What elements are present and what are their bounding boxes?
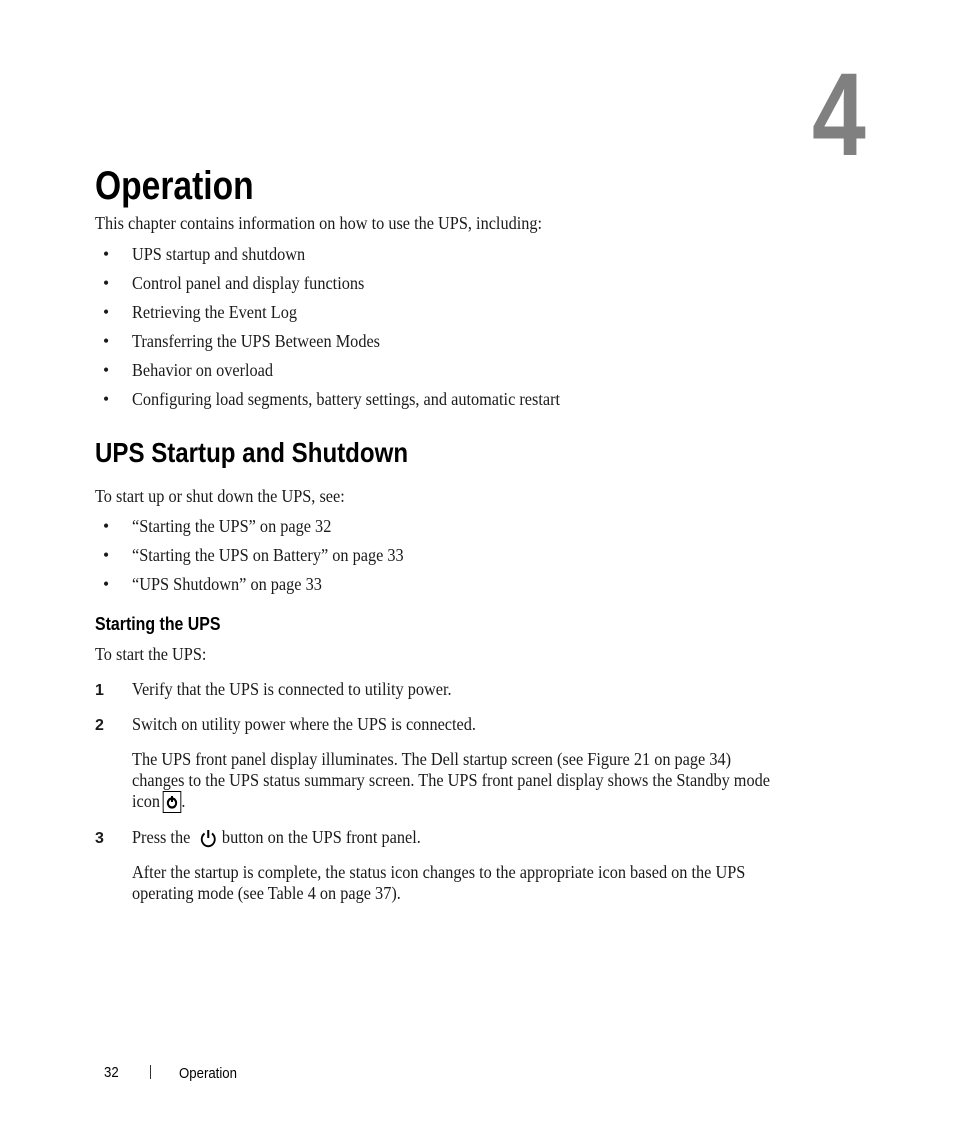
bullet-icon: • (103, 331, 110, 351)
section-title: UPS Startup and Shutdown (95, 437, 409, 468)
power-button-icon (199, 828, 218, 853)
bullet-icon: • (103, 545, 110, 565)
step-note-line: The UPS front panel display illuminates.… (132, 749, 732, 769)
step-text: Verify that the UPS is connected to util… (132, 679, 452, 699)
step-text: Press the button on the UPS front panel. (132, 827, 421, 853)
bullet-icon: • (103, 516, 110, 536)
subsection-intro: To start the UPS: (95, 644, 207, 664)
chapter-title: Operation (95, 164, 254, 208)
bullet-icon: • (103, 244, 110, 264)
step-note-line: After the startup is complete, the statu… (132, 862, 746, 882)
standby-mode-icon (162, 791, 182, 813)
chapter-intro: This chapter contains information on how… (95, 213, 543, 233)
bullet-icon: • (103, 273, 110, 293)
footer-chapter-title: Operation (179, 1065, 237, 1082)
subsection-title: Starting the UPS (95, 613, 221, 634)
step-text: Switch on utility power where the UPS is… (132, 714, 476, 734)
footer-divider (150, 1065, 151, 1079)
bullet-icon: • (103, 389, 110, 409)
step-note-line: icon. (132, 791, 186, 813)
step-number: 2 (95, 717, 104, 734)
step-number: 1 (95, 682, 104, 699)
bullet-icon: • (103, 574, 110, 594)
step-number: 3 (95, 830, 104, 847)
step-note-line: operating mode (see Table 4 on page 37). (132, 883, 401, 903)
bullet-icon: • (103, 302, 110, 322)
bullet-icon: • (103, 360, 110, 380)
chapter-number: 4 (812, 49, 866, 181)
page-number: 32 (104, 1064, 119, 1081)
section-intro: To start up or shut down the UPS, see: (95, 486, 345, 506)
step-note-line: changes to the UPS status summary screen… (132, 770, 770, 790)
